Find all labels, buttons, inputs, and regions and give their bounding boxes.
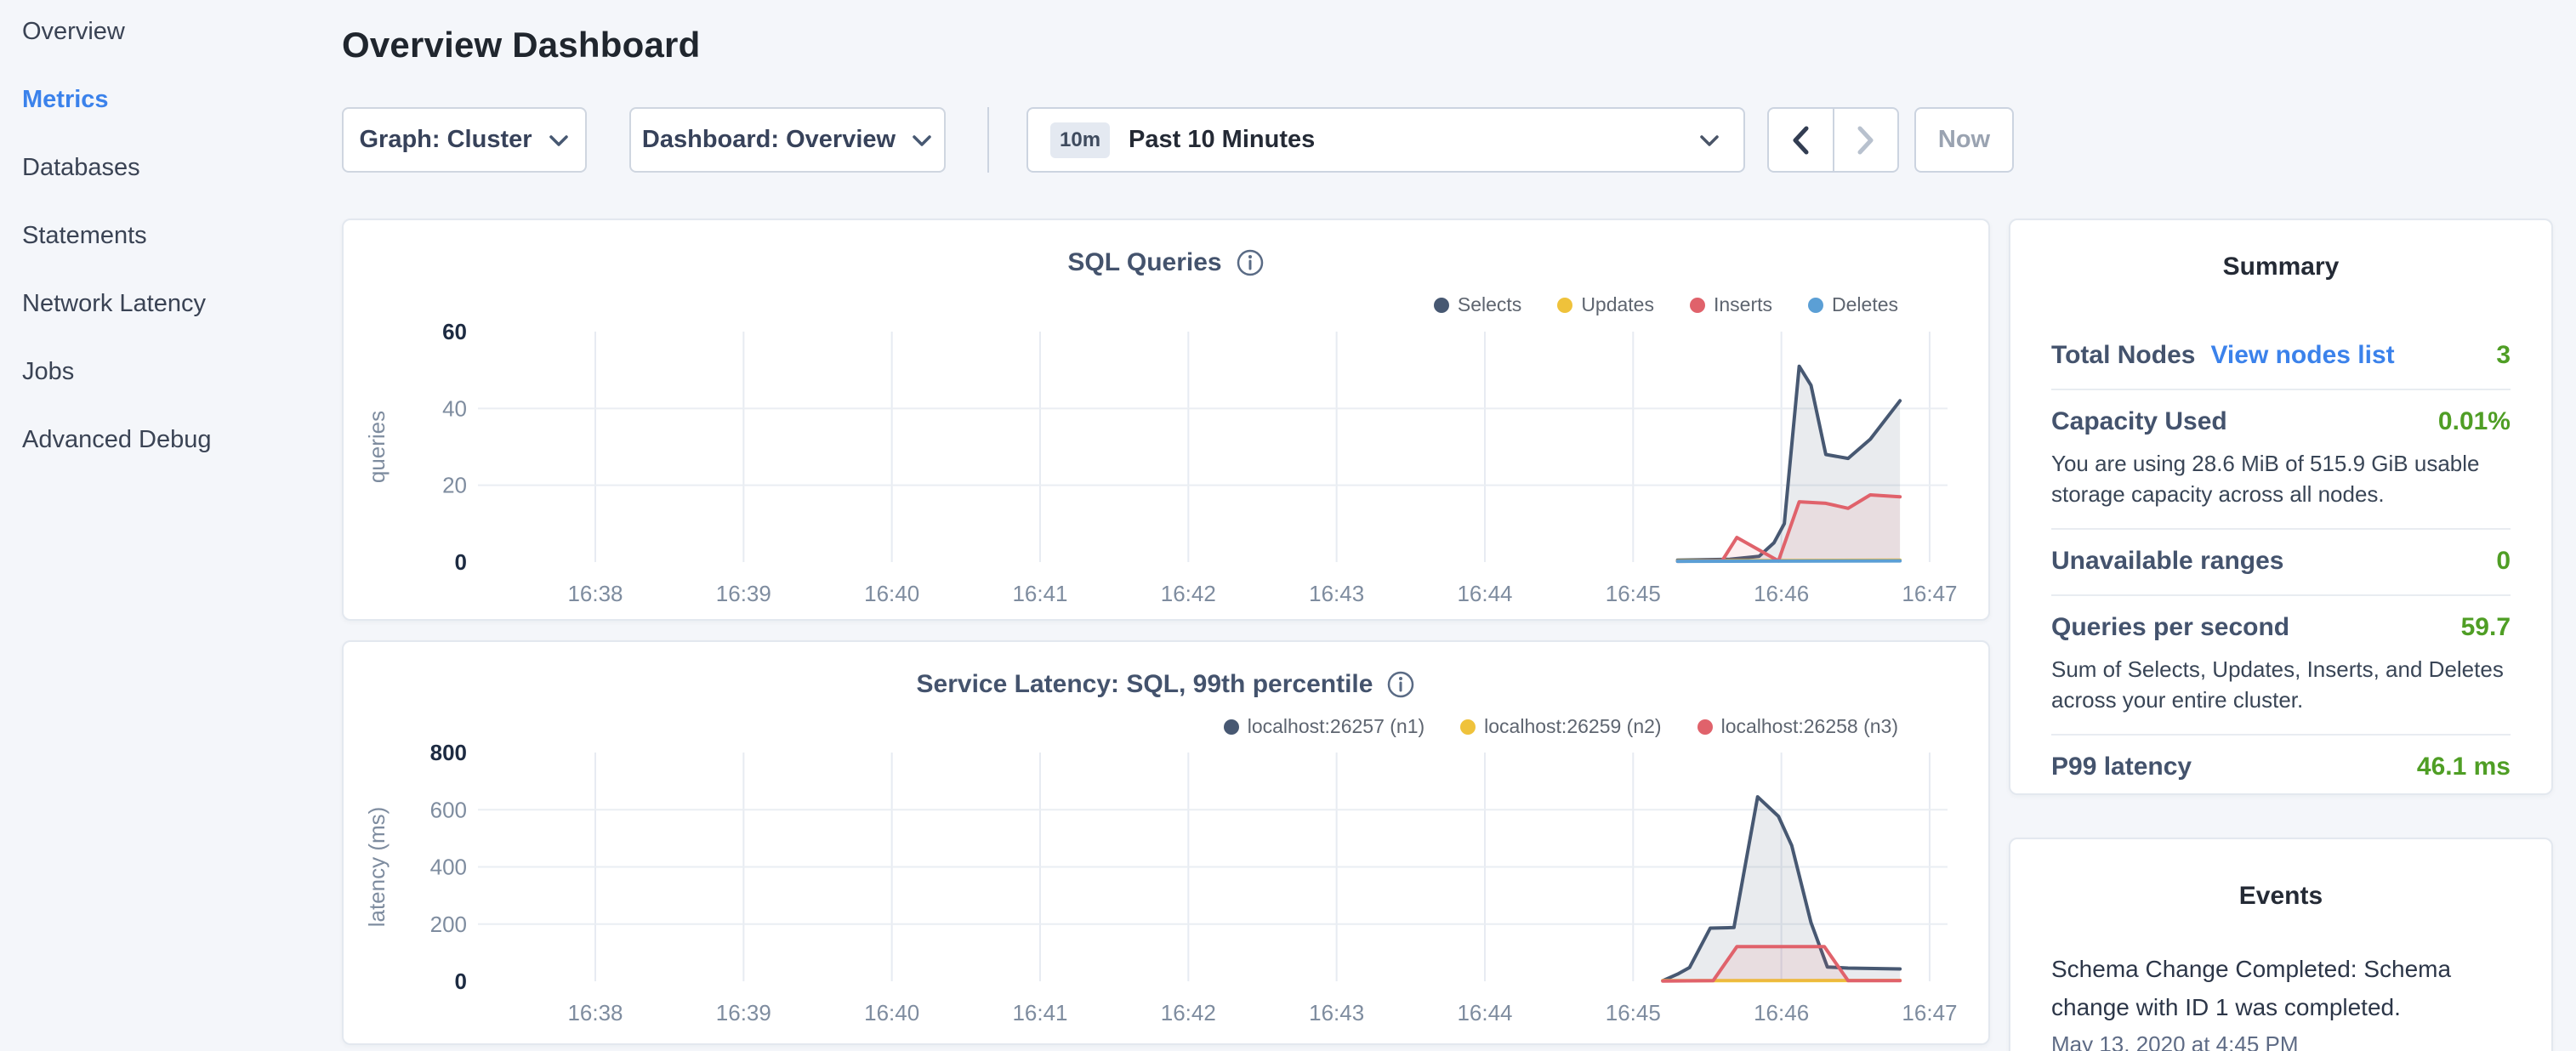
x-tick-label: 16:38 bbox=[567, 1000, 623, 1025]
page-title: Overview Dashboard bbox=[342, 24, 700, 66]
time-step-buttons bbox=[1767, 107, 1899, 173]
sidebar-item-advanced-debug[interactable]: Advanced Debug bbox=[22, 425, 340, 454]
x-tick-label: 16:42 bbox=[1161, 581, 1216, 606]
summary-row-queries-per-second: Queries per second 59.7 Sum of Selects, … bbox=[2051, 596, 2511, 736]
service-latency-plot[interactable]: 16:38 16:39 16:40 16:41 16:42 16:43 16:44 16:45… bbox=[344, 642, 1992, 1047]
summary-row-value: 46.1 ms bbox=[2417, 753, 2511, 781]
dashboard-dropdown-label: Dashboard: Overview bbox=[642, 126, 896, 154]
summary-title: Summary bbox=[2051, 253, 2511, 281]
summary-row-value: 59.7 bbox=[2461, 613, 2511, 642]
event-list-item[interactable]: Schema Change Completed: Schema change w… bbox=[2051, 950, 2511, 1051]
sidebar-item-jobs[interactable]: Jobs bbox=[22, 357, 340, 386]
dashboard-dropdown[interactable]: Dashboard: Overview bbox=[629, 107, 946, 173]
summary-row-value: 0 bbox=[2496, 547, 2511, 576]
x-tick-label: 16:44 bbox=[1457, 1000, 1512, 1025]
x-tick-label: 16:46 bbox=[1754, 1000, 1809, 1025]
summary-row-p99-latency: P99 latency 46.1 ms bbox=[2051, 736, 2511, 800]
summary-row-label: P99 latency bbox=[2051, 753, 2192, 781]
sidebar-item-metrics[interactable]: Metrics bbox=[22, 85, 340, 114]
x-tick-label: 16:40 bbox=[864, 1000, 919, 1025]
summary-row-description: Sum of Selects, Updates, Inserts, and De… bbox=[2051, 654, 2511, 715]
x-tick-label: 16:47 bbox=[1902, 1000, 1957, 1025]
time-back-button[interactable] bbox=[1769, 109, 1833, 171]
summary-row-description: You are using 28.6 MiB of 515.9 GiB usab… bbox=[2051, 448, 2511, 509]
sidebar-item-statements[interactable]: Statements bbox=[22, 221, 340, 250]
sidebar-item-databases[interactable]: Databases bbox=[22, 153, 340, 182]
view-nodes-list-link[interactable]: View nodes list bbox=[2210, 341, 2394, 370]
x-tick-label: 16:42 bbox=[1161, 1000, 1216, 1025]
x-tick-label: 16:41 bbox=[1012, 581, 1067, 606]
y-tick-label: 20 bbox=[442, 473, 467, 498]
y-axis-label: queries bbox=[364, 411, 390, 483]
graph-dropdown-label: Graph: Cluster bbox=[359, 126, 532, 154]
chevron-right-icon bbox=[1855, 124, 1877, 156]
x-tick-label: 16:47 bbox=[1902, 581, 1957, 606]
event-timestamp: May 13, 2020 at 4:45 PM bbox=[2051, 1031, 2511, 1051]
summary-row-unavailable-ranges: Unavailable ranges 0 bbox=[2051, 530, 2511, 596]
y-tick-label: 800 bbox=[430, 740, 467, 765]
x-tick-label: 16:41 bbox=[1012, 1000, 1067, 1025]
summary-panel: Summary Total Nodes View nodes list 3 Ca… bbox=[2009, 219, 2553, 795]
x-tick-label: 16:39 bbox=[716, 581, 771, 606]
graph-dropdown[interactable]: Graph: Cluster bbox=[342, 107, 587, 173]
events-panel: Events Schema Change Completed: Schema c… bbox=[2009, 838, 2553, 1051]
x-tick-label: 16:46 bbox=[1754, 581, 1809, 606]
x-tick-label: 16:38 bbox=[567, 581, 623, 606]
sql-queries-plot[interactable]: 16:38 16:39 16:40 16:41 16:42 16:43 16:44 16:45… bbox=[344, 220, 1992, 622]
y-tick-label: 400 bbox=[430, 855, 467, 880]
chevron-down-icon bbox=[548, 133, 570, 148]
y-axis-label: latency (ms) bbox=[364, 807, 390, 928]
x-tick-label: 16:45 bbox=[1606, 581, 1661, 606]
page: Overview Metrics Databases Statements Ne… bbox=[0, 0, 2576, 1051]
controls-divider bbox=[987, 107, 989, 173]
service-latency-chart-card: Service Latency: SQL, 99th percentile lo… bbox=[342, 640, 1990, 1045]
sidebar-item-network-latency[interactable]: Network Latency bbox=[22, 289, 340, 318]
event-text: Schema Change Completed: Schema change w… bbox=[2051, 950, 2511, 1026]
summary-row-value: 0.01% bbox=[2438, 407, 2511, 436]
y-tick-label: 40 bbox=[442, 395, 467, 421]
y-tick-label: 600 bbox=[430, 797, 467, 822]
sql-queries-chart-card: SQL Queries SelectsUpdatesInsertsDeletes… bbox=[342, 219, 1990, 621]
y-tick-label: 0 bbox=[455, 549, 467, 575]
x-tick-label: 16:44 bbox=[1457, 581, 1512, 606]
x-tick-label: 16:43 bbox=[1309, 1000, 1364, 1025]
chevron-left-icon bbox=[1789, 124, 1811, 156]
summary-row-capacity-used: Capacity Used 0.01% You are using 28.6 M… bbox=[2051, 390, 2511, 530]
summary-row-label: Capacity Used bbox=[2051, 407, 2227, 436]
summary-row-value: 3 bbox=[2496, 341, 2511, 370]
y-tick-label: 0 bbox=[455, 969, 467, 994]
summary-row-total-nodes: Total Nodes View nodes list 3 bbox=[2051, 324, 2511, 390]
sidebar: Overview Metrics Databases Statements Ne… bbox=[0, 0, 340, 1051]
summary-row-label: Queries per second bbox=[2051, 613, 2289, 642]
time-window-selector[interactable]: 10m Past 10 Minutes bbox=[1026, 107, 1745, 173]
now-button[interactable]: Now bbox=[1914, 107, 2014, 173]
summary-row-label: Total Nodes bbox=[2051, 341, 2195, 370]
chevron-down-icon bbox=[911, 133, 933, 148]
sidebar-item-overview[interactable]: Overview bbox=[22, 17, 340, 46]
summary-row-label: Unavailable ranges bbox=[2051, 547, 2283, 576]
chevron-down-icon bbox=[1697, 132, 1721, 149]
time-window-label: Past 10 Minutes bbox=[1129, 126, 1315, 154]
y-tick-label: 200 bbox=[430, 912, 467, 937]
series-line-deletes bbox=[1678, 561, 1901, 562]
y-tick-label: 60 bbox=[442, 319, 467, 344]
x-tick-label: 16:45 bbox=[1606, 1000, 1661, 1025]
x-tick-label: 16:43 bbox=[1309, 581, 1364, 606]
time-window-badge: 10m bbox=[1050, 122, 1110, 158]
time-forward-button[interactable] bbox=[1833, 109, 1898, 171]
x-tick-label: 16:40 bbox=[864, 581, 919, 606]
x-tick-label: 16:39 bbox=[716, 1000, 771, 1025]
events-title: Events bbox=[2051, 882, 2511, 911]
